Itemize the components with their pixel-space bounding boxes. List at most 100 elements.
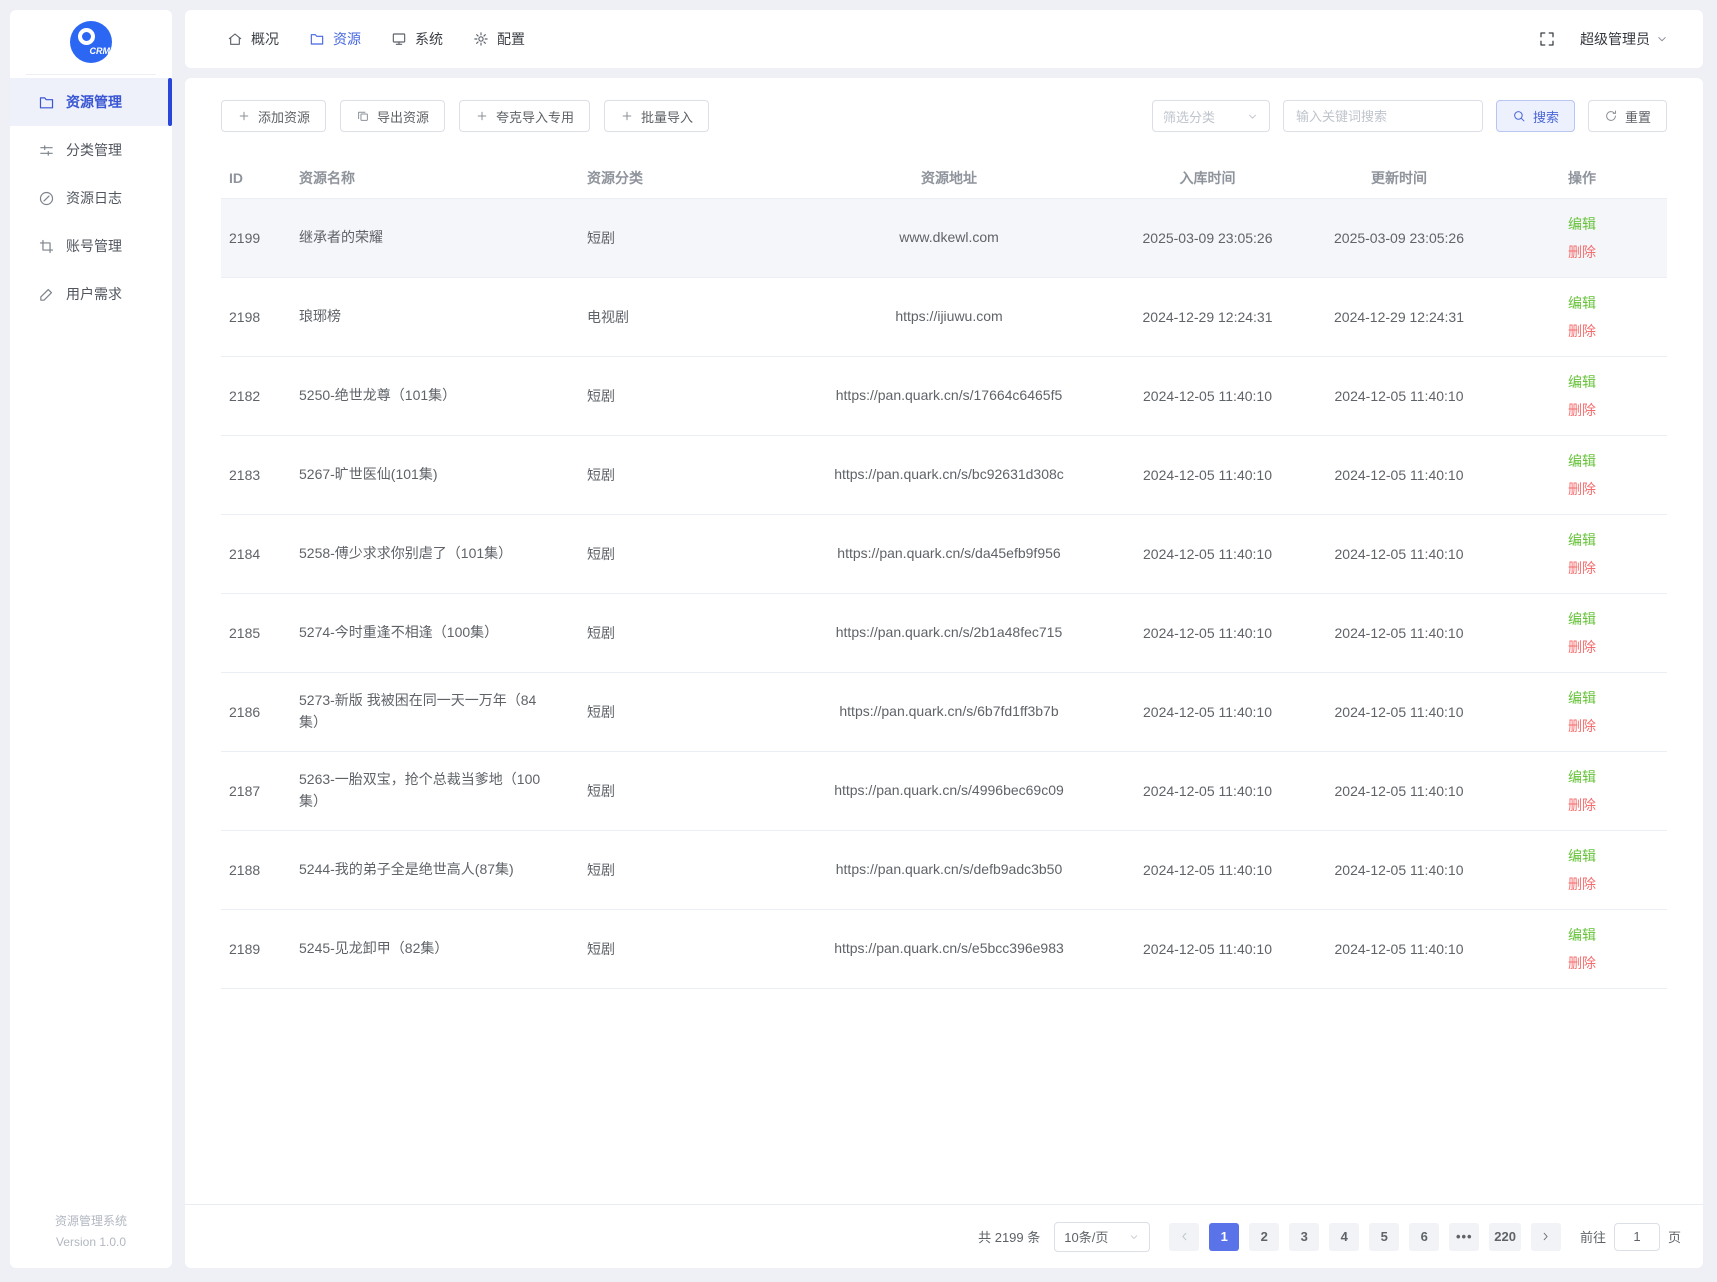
- pager-more-button[interactable]: •••: [1449, 1223, 1479, 1251]
- cell-created-time: 2024-12-05 11:40:10: [1114, 672, 1301, 751]
- chevron-down-icon: [1246, 110, 1259, 123]
- cell-actions: 编辑删除: [1497, 277, 1667, 356]
- export-resource-button[interactable]: 导出资源: [340, 100, 445, 132]
- table-row: 21865273-新版 我被困在同一天一万年（84集）短剧https://pan…: [221, 672, 1667, 751]
- resource-url: https://pan.quark.cn/s/bc92631d308c: [832, 464, 1067, 486]
- topnav-tab-overview[interactable]: 概况: [227, 29, 279, 49]
- page-size-value: 10条/页: [1064, 1227, 1108, 1246]
- prev-page-button[interactable]: [1169, 1223, 1199, 1251]
- edit-link[interactable]: 编辑: [1505, 210, 1659, 238]
- cell-url: https://pan.quark.cn/s/defb9adc3b50: [784, 830, 1114, 909]
- page-size-select[interactable]: 10条/页: [1054, 1222, 1150, 1252]
- edit-link[interactable]: 编辑: [1505, 921, 1659, 949]
- sidebar-item-accounts[interactable]: 账号管理: [10, 222, 172, 270]
- topnav-tab-label: 系统: [415, 29, 443, 49]
- edit-link[interactable]: 编辑: [1505, 447, 1659, 475]
- batch-import-button[interactable]: 批量导入: [604, 100, 709, 132]
- column-header: 资源分类: [579, 158, 784, 198]
- chevron-down-icon: [1655, 32, 1669, 46]
- topnav-tab-config[interactable]: 配置: [473, 29, 525, 49]
- plus-icon: [620, 109, 634, 123]
- cell-url: https://pan.quark.cn/s/6b7fd1ff3b7b: [784, 672, 1114, 751]
- page-button-220[interactable]: 220: [1489, 1223, 1521, 1251]
- cell-name: 5263-一胎双宝，抢个总裁当爹地（100集）: [291, 751, 579, 830]
- logo-text: CRM: [90, 46, 111, 56]
- table-body: 2199继承者的荣耀短剧www.dkewl.com2025-03-09 23:0…: [221, 198, 1667, 988]
- cell-category: 短剧: [579, 593, 784, 672]
- edit-link[interactable]: 编辑: [1505, 684, 1659, 712]
- chevron-right-icon: [1539, 1230, 1552, 1243]
- page-button-4[interactable]: 4: [1329, 1223, 1359, 1251]
- quark-import-button[interactable]: 夸克导入专用: [459, 100, 590, 132]
- sidebar-item-categories[interactable]: 分类管理: [10, 126, 172, 174]
- cell-url: www.dkewl.com: [784, 198, 1114, 277]
- reset-button[interactable]: 重置: [1588, 100, 1667, 132]
- add-resource-button[interactable]: 添加资源: [221, 100, 326, 132]
- sidebar-item-label: 分类管理: [66, 140, 122, 160]
- cell-created-time: 2024-12-05 11:40:10: [1114, 593, 1301, 672]
- column-header: 资源地址: [784, 158, 1114, 198]
- edit-link[interactable]: 编辑: [1505, 842, 1659, 870]
- edit-link[interactable]: 编辑: [1505, 368, 1659, 396]
- keyword-search-input[interactable]: [1283, 100, 1483, 132]
- crm-logo-icon: CRM: [70, 21, 112, 63]
- cell-actions: 编辑删除: [1497, 672, 1667, 751]
- cell-category: 电视剧: [579, 277, 784, 356]
- delete-link[interactable]: 删除: [1505, 238, 1659, 266]
- resource-url: https://pan.quark.cn/s/e5bcc396e983: [832, 938, 1067, 960]
- delete-link[interactable]: 删除: [1505, 633, 1659, 661]
- edit-link[interactable]: 编辑: [1505, 763, 1659, 791]
- delete-link[interactable]: 删除: [1505, 396, 1659, 424]
- fullscreen-icon[interactable]: [1538, 30, 1556, 48]
- page-button-5[interactable]: 5: [1369, 1223, 1399, 1251]
- resource-table: ID资源名称资源分类资源地址入库时间更新时间操作 2199继承者的荣耀短剧www…: [221, 158, 1667, 989]
- topnav-tab-system[interactable]: 系统: [391, 29, 443, 49]
- page-button-2[interactable]: 2: [1249, 1223, 1279, 1251]
- goto-page-input[interactable]: [1614, 1223, 1660, 1251]
- delete-link[interactable]: 删除: [1505, 870, 1659, 898]
- page-button-6[interactable]: 6: [1409, 1223, 1439, 1251]
- sidebar-item-resources[interactable]: 资源管理: [10, 78, 172, 126]
- page-button-3[interactable]: 3: [1289, 1223, 1319, 1251]
- cell-actions: 编辑删除: [1497, 198, 1667, 277]
- category-filter-select[interactable]: 筛选分类: [1152, 100, 1270, 132]
- pager-pages: 123456 ••• 220: [1204, 1223, 1526, 1251]
- cell-id: 2199: [221, 198, 291, 277]
- page-button-1[interactable]: 1: [1209, 1223, 1239, 1251]
- sidebar-item-label: 用户需求: [66, 284, 122, 304]
- sidebar-menu: 资源管理分类管理资源日志账号管理用户需求: [10, 78, 172, 318]
- cell-actions: 编辑删除: [1497, 356, 1667, 435]
- cell-name: 5274-今时重逢不相逢（100集）: [291, 593, 579, 672]
- cell-url: https://pan.quark.cn/s/bc92631d308c: [784, 435, 1114, 514]
- sidebar-item-logs[interactable]: 资源日志: [10, 174, 172, 222]
- delete-link[interactable]: 删除: [1505, 475, 1659, 503]
- column-header: 更新时间: [1301, 158, 1497, 198]
- next-page-button[interactable]: [1531, 1223, 1561, 1251]
- edit-link[interactable]: 编辑: [1505, 605, 1659, 633]
- cell-created-time: 2024-12-05 11:40:10: [1114, 751, 1301, 830]
- user-menu[interactable]: 超级管理员: [1580, 29, 1669, 49]
- delete-link[interactable]: 删除: [1505, 712, 1659, 740]
- delete-link[interactable]: 删除: [1505, 554, 1659, 582]
- table-row: 21875263-一胎双宝，抢个总裁当爹地（100集）短剧https://pan…: [221, 751, 1667, 830]
- cell-id: 2189: [221, 909, 291, 988]
- delete-link[interactable]: 删除: [1505, 949, 1659, 977]
- sidebar-item-label: 账号管理: [66, 236, 122, 256]
- cell-name: 5273-新版 我被困在同一天一万年（84集）: [291, 672, 579, 751]
- delete-link[interactable]: 删除: [1505, 317, 1659, 345]
- cell-created-time: 2024-12-05 11:40:10: [1114, 514, 1301, 593]
- search-button[interactable]: 搜索: [1496, 100, 1575, 132]
- sidebar-item-demands[interactable]: 用户需求: [10, 270, 172, 318]
- topnav-tab-resources[interactable]: 资源: [309, 29, 361, 49]
- chevron-down-icon: [1128, 1231, 1140, 1243]
- sidebar-footer: 资源管理系统 Version 1.0.0: [10, 1211, 172, 1268]
- edit-link[interactable]: 编辑: [1505, 526, 1659, 554]
- topnav-tab-label: 配置: [497, 29, 525, 49]
- cell-created-time: 2024-12-05 11:40:10: [1114, 435, 1301, 514]
- delete-link[interactable]: 删除: [1505, 791, 1659, 819]
- plus-icon: [475, 109, 489, 123]
- cell-category: 短剧: [579, 672, 784, 751]
- resource-url: www.dkewl.com: [832, 227, 1067, 249]
- edit-link[interactable]: 编辑: [1505, 289, 1659, 317]
- cell-updated-time: 2024-12-05 11:40:10: [1301, 435, 1497, 514]
